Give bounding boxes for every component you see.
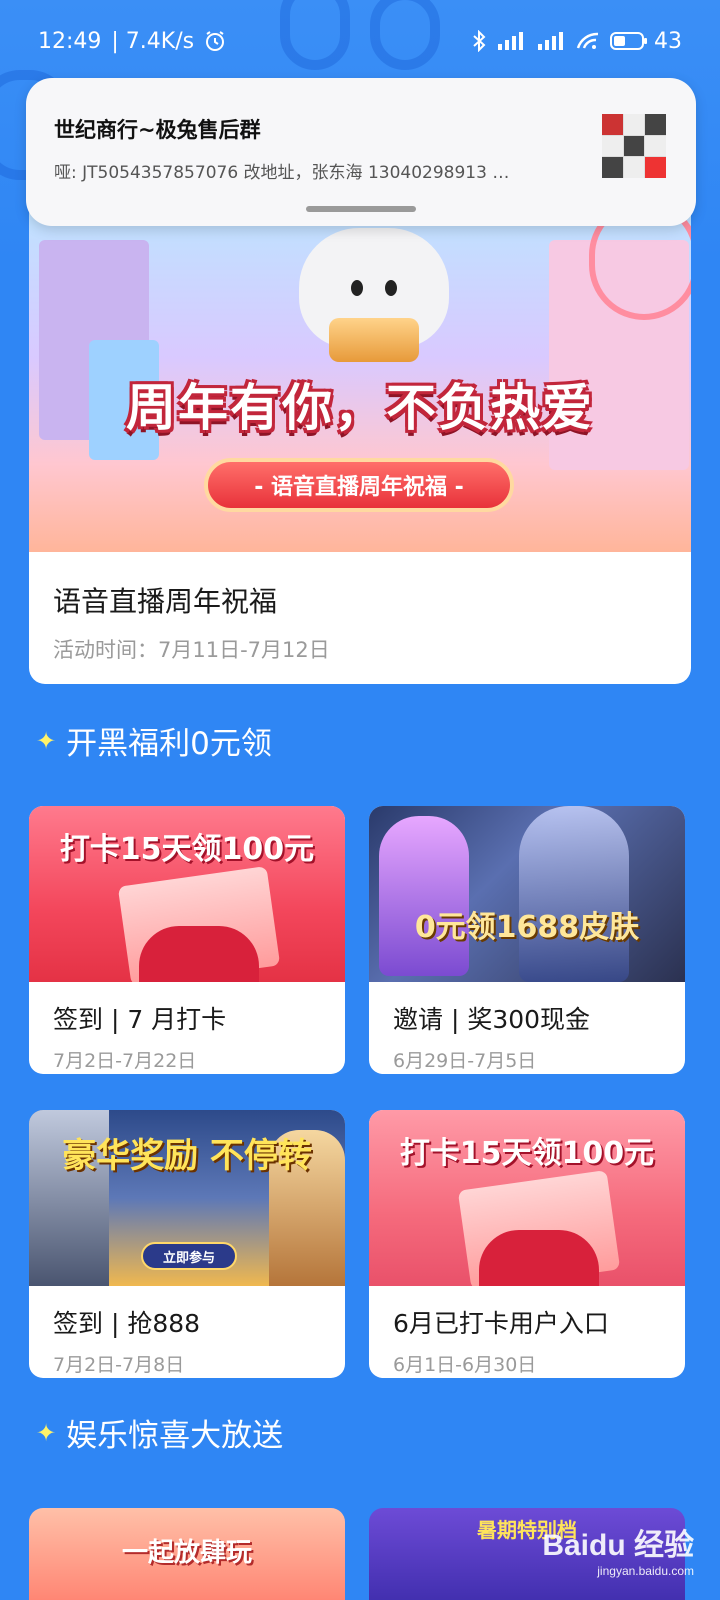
red-packet-illustration (479, 1230, 599, 1286)
battery-level: 43 (654, 28, 682, 54)
card-image-text: 打卡15天领100元 (59, 832, 315, 867)
notification-drag-handle[interactable] (306, 206, 416, 212)
card-image-text: 0元领1688皮肤 (414, 910, 640, 945)
activity-card-name: 签到 | 抢888 (53, 1309, 201, 1338)
section-welfare-header: ✦ 开黑福利0元领 (36, 718, 272, 763)
activity-card-play-together[interactable]: 一起放肆玩 (29, 1508, 345, 1600)
section-fun-title: 娱乐惊喜大放送 (66, 1418, 284, 1454)
cake-illustration (329, 318, 419, 362)
status-bar: 12:49 | 7.4K/s 43 (0, 0, 720, 82)
hero-banner-subtitle: - 语音直播周年祝福 - (204, 458, 514, 512)
activity-card-time: 6月29日-7月5日 (393, 1050, 537, 1072)
notification-body: 哑: JT5054357857076 改地址，张东海 13040298913 … (54, 163, 510, 183)
activity-card-image: 0元领1688皮肤 (369, 806, 685, 982)
activity-card-june-users[interactable]: 打卡15天领100元 6月已打卡用户入口 6月1日-6月30日 (369, 1110, 685, 1378)
activity-card-invite[interactable]: 0元领1688皮肤 邀请 | 奖300现金 6月29日-7月5日 (369, 806, 685, 1074)
network-speed: | 7.4K/s (111, 28, 195, 54)
signal-icon (496, 30, 526, 52)
card-image-text: 打卡15天领100元 (399, 1136, 655, 1171)
join-now-button: 立即参与 (141, 1242, 237, 1270)
watermark-sub: jingyan.baidu.com (597, 1564, 694, 1578)
hero-banner-image: 周年有你，不负热爱 - 语音直播周年祝福 - (29, 200, 691, 552)
battery-fill (614, 36, 626, 46)
activity-card-time: 7月2日-7月22日 (53, 1050, 197, 1072)
group-avatar (602, 114, 666, 178)
baidu-watermark: Baidu 经验 jingyan.baidu.com (542, 1520, 694, 1578)
bluetooth-icon (472, 30, 486, 52)
activity-card-name: 邀请 | 奖300现金 (393, 1005, 591, 1034)
status-time: 12:49 (38, 28, 102, 54)
notification-card[interactable]: 世纪商行~极兔售后群 哑: JT5054357857076 改地址，张东海 13… (26, 78, 696, 226)
activity-card-time: 6月1日-6月30日 (393, 1354, 537, 1376)
sparkle-icon: ✦ (36, 726, 57, 755)
red-packet-illustration (139, 926, 259, 982)
card-image-text: 豪华奖励 不停转 (62, 1136, 312, 1176)
activity-card-image: 打卡15天领100元 (369, 1110, 685, 1286)
activity-card-name: 6月已打卡用户入口 (393, 1309, 609, 1338)
activity-card-name: 签到 | 7 月打卡 (53, 1005, 227, 1034)
card-image-text: 一起放肆玩 (121, 1538, 252, 1568)
alarm-icon (204, 30, 226, 52)
wifi-icon (576, 30, 600, 52)
activity-card-checkin-july[interactable]: 打卡15天领100元 签到 | 7 月打卡 7月2日-7月22日 (29, 806, 345, 1074)
signal-2-icon (536, 30, 566, 52)
section-fun-header: ✦ 娱乐惊喜大放送 (36, 1410, 283, 1455)
hero-activity-name: 语音直播周年祝福 (53, 585, 278, 618)
section-welfare-title: 开黑福利0元领 (66, 726, 272, 762)
battery-icon (610, 32, 647, 50)
hero-activity-time: 活动时间：7月11日-7月12日 (53, 638, 330, 662)
watermark-main: Baidu 经验 (542, 1529, 694, 1562)
activity-card-image: 豪华奖励 不停转 立即参与 (29, 1110, 345, 1286)
hero-banner-title: 周年有你，不负热爱 (126, 379, 594, 437)
activity-card-checkin-888[interactable]: 豪华奖励 不停转 立即参与 签到 | 抢888 7月2日-7月8日 (29, 1110, 345, 1378)
notification-title: 世纪商行~极兔售后群 (54, 118, 261, 142)
activity-card-image: 打卡15天领100元 (29, 806, 345, 982)
sparkle-icon: ✦ (36, 1418, 57, 1447)
hero-activity-card[interactable]: 周年有你，不负热爱 - 语音直播周年祝福 - 语音直播周年祝福 活动时间：7月1… (29, 200, 691, 684)
activity-card-time: 7月2日-7月8日 (53, 1354, 185, 1376)
